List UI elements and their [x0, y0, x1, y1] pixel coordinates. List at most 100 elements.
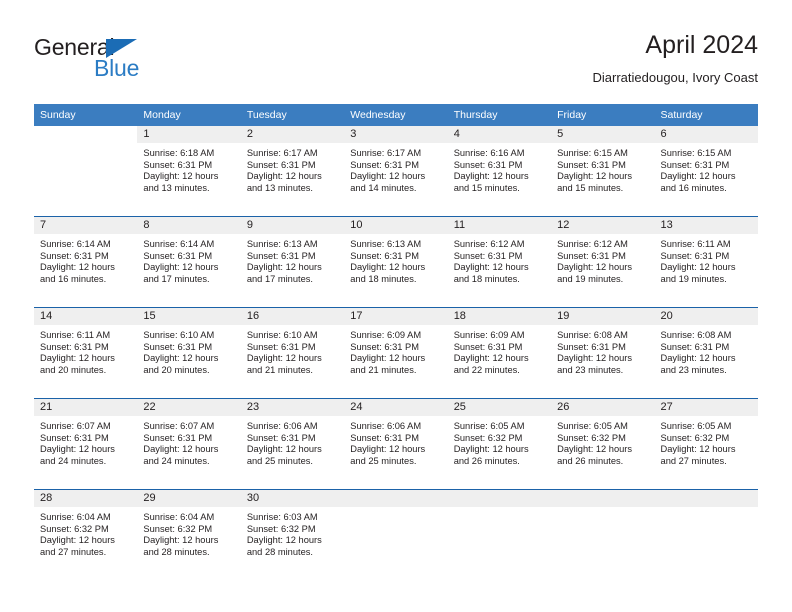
daylight-text-line2: and 16 minutes. — [40, 273, 107, 284]
calendar-day-cell[interactable]: 13 Sunrise: 6:11 AM Sunset: 6:31 PM Dayligh… — [654, 216, 758, 308]
daylight-text-line1: Daylight: 12 hours — [660, 353, 736, 364]
calendar-day-cell[interactable]: 6 Sunrise: 6:15 AM Sunset: 6:31 PM Daylight… — [654, 126, 758, 217]
sunset-text: Sunset: 6:31 PM — [143, 432, 213, 443]
daylight-text-line1: Daylight: 12 hours — [557, 171, 633, 182]
day-details — [34, 143, 137, 148]
sunset-text: Sunset: 6:31 PM — [40, 341, 109, 352]
daylight-text-line1: Daylight: 12 hours — [246, 262, 322, 273]
day-details: Sunrise: 6:05 AM Sunset: 6:32 PM Daylight:… — [448, 416, 551, 467]
calendar-day-cell[interactable]: 14 Sunrise: 6:11 AM Sunset: 6:31 PM Dayligh… — [34, 307, 138, 399]
calendar-day-cell[interactable]: 7 Sunrise: 6:14 AM Sunset: 6:31 PM Daylight… — [34, 216, 138, 308]
day-details: Sunrise: 6:11 AM Sunset: 6:31 PM Daylight:… — [34, 325, 137, 376]
calendar-day-cell[interactable]: 16 Sunrise: 6:10 AM Sunset: 6:31 PM Dayligh… — [240, 307, 345, 399]
sunset-text: Sunset: 6:31 PM — [143, 341, 213, 352]
daylight-text-line2: and 22 minutes. — [453, 364, 520, 375]
day-details: Sunrise: 6:18 AM Sunset: 6:31 PM Daylight:… — [137, 143, 240, 194]
daylight-text-line1: Daylight: 12 hours — [453, 444, 529, 455]
day-number: 4 — [447, 126, 552, 143]
sunset-text: Sunset: 6:31 PM — [660, 341, 730, 352]
logo-text-blue: Blue — [94, 55, 140, 81]
sunrise-text: Sunrise: 6:14 AM — [143, 239, 215, 249]
calendar-day-cell[interactable]: 10 Sunrise: 6:13 AM Sunset: 6:31 PM Dayligh… — [344, 216, 448, 308]
sunset-text: Sunset: 6:31 PM — [350, 341, 419, 352]
calendar-day-cell[interactable]: 27 Sunrise: 6:05 AM Sunset: 6:32 PM Dayligh… — [654, 398, 758, 490]
day-details: Sunrise: 6:12 AM Sunset: 6:31 PM Daylight:… — [551, 234, 654, 285]
weekday-header-friday: Friday — [551, 104, 655, 126]
day-number: 12 — [551, 217, 655, 234]
day-number: 3 — [344, 126, 448, 143]
calendar-empty-cell — [551, 490, 655, 581]
page-title: April 2024 — [645, 31, 758, 59]
sunset-text: Sunset: 6:32 PM — [453, 432, 523, 443]
day-details: Sunrise: 6:14 AM Sunset: 6:31 PM Daylight:… — [34, 234, 137, 285]
calendar-day-cell[interactable]: 11 Sunrise: 6:12 AM Sunset: 6:31 PM Dayligh… — [447, 216, 552, 308]
calendar-day-cell[interactable]: 25 Sunrise: 6:05 AM Sunset: 6:32 PM Dayligh… — [447, 398, 552, 490]
day-number — [344, 490, 448, 507]
calendar-day-cell[interactable]: 23 Sunrise: 6:06 AM Sunset: 6:31 PM Dayligh… — [240, 398, 345, 490]
daylight-text-line1: Daylight: 12 hours — [246, 171, 322, 182]
daylight-text-line2: and 18 minutes. — [453, 273, 520, 284]
daylight-text-line1: Daylight: 12 hours — [350, 353, 426, 364]
sunrise-text: Sunrise: 6:06 AM — [350, 421, 422, 431]
calendar-table: Sunday Monday Tuesday Wednesday Thursday Frid… — [34, 104, 758, 580]
calendar-day-cell[interactable]: 21 Sunrise: 6:07 AM Sunset: 6:31 PM Dayligh… — [34, 398, 138, 490]
calendar-day-cell[interactable]: 8 Sunrise: 6:14 AM Sunset: 6:31 PM Daylight… — [137, 216, 241, 308]
day-details: Sunrise: 6:09 AM Sunset: 6:31 PM Daylight:… — [344, 325, 447, 376]
day-number: 9 — [240, 217, 345, 234]
page-subtitle: Diarratiedougou, Ivory Coast — [592, 70, 758, 85]
daylight-text-line2: and 26 minutes. — [453, 455, 520, 466]
sunset-text: Sunset: 6:32 PM — [246, 523, 316, 534]
day-number: 24 — [344, 399, 448, 416]
sunrise-text: Sunrise: 6:18 AM — [143, 148, 215, 158]
sunset-text: Sunset: 6:31 PM — [143, 250, 213, 261]
calendar-day-cell[interactable]: 12 Sunrise: 6:12 AM Sunset: 6:31 PM Dayligh… — [551, 216, 655, 308]
day-details: Sunrise: 6:13 AM Sunset: 6:31 PM Daylight:… — [241, 234, 344, 285]
weekday-header-tuesday: Tuesday — [240, 104, 345, 126]
sunrise-text: Sunrise: 6:13 AM — [350, 239, 422, 249]
calendar-week-row: 1 Sunrise: 6:18 AM Sunset: 6:31 PM Daylight… — [34, 126, 758, 217]
daylight-text-line1: Daylight: 12 hours — [40, 262, 115, 273]
calendar-day-cell[interactable]: 29 Sunrise: 6:04 AM Sunset: 6:32 PM Dayligh… — [137, 490, 241, 581]
sunset-text: Sunset: 6:32 PM — [557, 432, 626, 443]
sunset-text: Sunset: 6:31 PM — [453, 159, 523, 170]
day-number: 2 — [240, 126, 345, 143]
day-details: Sunrise: 6:15 AM Sunset: 6:31 PM Daylight:… — [551, 143, 654, 194]
sunrise-text: Sunrise: 6:05 AM — [453, 421, 525, 431]
sunset-text: Sunset: 6:31 PM — [453, 250, 523, 261]
calendar-day-cell[interactable]: 22 Sunrise: 6:07 AM Sunset: 6:31 PM Dayligh… — [137, 398, 241, 490]
day-details: Sunrise: 6:04 AM Sunset: 6:32 PM Daylight:… — [137, 507, 240, 558]
sunset-text: Sunset: 6:31 PM — [350, 250, 419, 261]
sunset-text: Sunset: 6:31 PM — [557, 159, 626, 170]
sunset-text: Sunset: 6:31 PM — [246, 159, 316, 170]
sunrise-text: Sunrise: 6:06 AM — [246, 421, 318, 431]
daylight-text-line2: and 15 minutes. — [557, 182, 624, 193]
calendar-day-cell[interactable]: 28 Sunrise: 6:04 AM Sunset: 6:32 PM Dayligh… — [34, 490, 138, 581]
day-details: Sunrise: 6:08 AM Sunset: 6:31 PM Daylight:… — [551, 325, 654, 376]
day-number: 5 — [551, 126, 655, 143]
calendar-day-cell[interactable]: 18 Sunrise: 6:09 AM Sunset: 6:31 PM Dayligh… — [447, 307, 552, 399]
calendar-day-cell[interactable]: 30 Sunrise: 6:03 AM Sunset: 6:32 PM Dayligh… — [240, 490, 345, 581]
calendar-page: General Blue April 2024 Diarratiedougou,… — [0, 0, 792, 612]
sunrise-text: Sunrise: 6:07 AM — [40, 421, 111, 431]
day-number: 29 — [137, 490, 241, 507]
calendar-day-cell[interactable]: 9 Sunrise: 6:13 AM Sunset: 6:31 PM Daylight… — [240, 216, 345, 308]
calendar-day-cell[interactable]: 19 Sunrise: 6:08 AM Sunset: 6:31 PM Dayligh… — [551, 307, 655, 399]
sunrise-text: Sunrise: 6:16 AM — [453, 148, 525, 158]
calendar-day-cell[interactable]: 24 Sunrise: 6:06 AM Sunset: 6:31 PM Dayligh… — [344, 398, 448, 490]
calendar-day-cell[interactable]: 1 Sunrise: 6:18 AM Sunset: 6:31 PM Daylight… — [137, 126, 241, 217]
daylight-text-line2: and 24 minutes. — [40, 455, 107, 466]
day-number: 14 — [34, 308, 138, 325]
day-number: 22 — [137, 399, 241, 416]
calendar-day-cell[interactable]: 3 Sunrise: 6:17 AM Sunset: 6:31 PM Daylight… — [344, 126, 448, 217]
calendar-day-cell[interactable]: 2 Sunrise: 6:17 AM Sunset: 6:31 PM Daylight… — [240, 126, 345, 217]
day-details: Sunrise: 6:17 AM Sunset: 6:31 PM Daylight:… — [344, 143, 447, 194]
calendar-day-cell[interactable]: 15 Sunrise: 6:10 AM Sunset: 6:31 PM Dayligh… — [137, 307, 241, 399]
calendar-day-cell[interactable]: 26 Sunrise: 6:05 AM Sunset: 6:32 PM Dayligh… — [551, 398, 655, 490]
daylight-text-line1: Daylight: 12 hours — [246, 535, 322, 546]
calendar-day-cell[interactable]: 17 Sunrise: 6:09 AM Sunset: 6:31 PM Dayligh… — [344, 307, 448, 399]
calendar-day-cell[interactable]: 5 Sunrise: 6:15 AM Sunset: 6:31 PM Daylight… — [551, 126, 655, 217]
calendar-day-cell[interactable]: 4 Sunrise: 6:16 AM Sunset: 6:31 PM Daylight… — [447, 126, 552, 217]
daylight-text-line1: Daylight: 12 hours — [143, 171, 219, 182]
day-details: Sunrise: 6:15 AM Sunset: 6:31 PM Daylight:… — [655, 143, 758, 194]
calendar-day-cell[interactable]: 20 Sunrise: 6:08 AM Sunset: 6:31 PM Dayligh… — [654, 307, 758, 399]
